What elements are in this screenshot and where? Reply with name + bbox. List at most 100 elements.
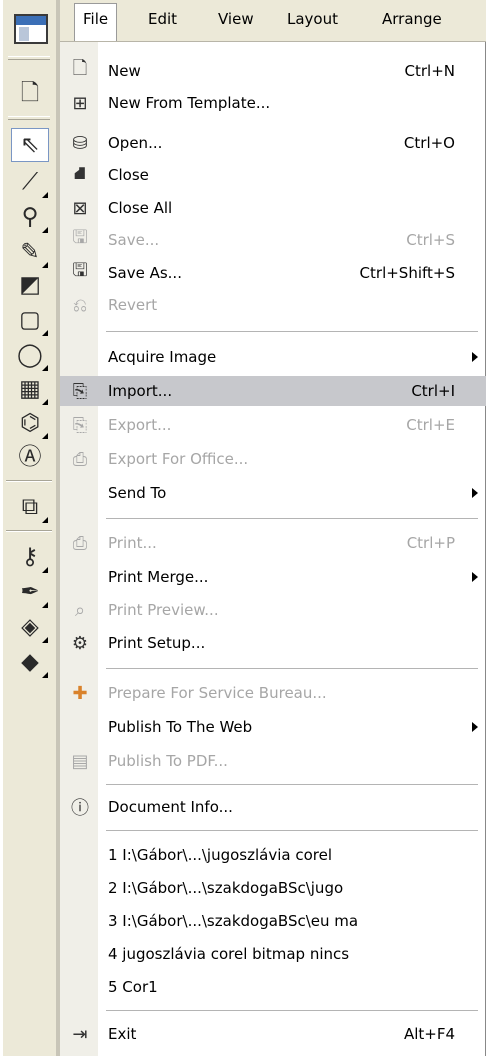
menu-item-export-for-office[interactable]: ⎙ Export For Office... (60, 444, 486, 474)
toolbox: 🗋 ⇖ ⟋ ⚲ ✎ ◩ ▢ ◯ ▦ ⌬ Ⓐ ⧉ ⚷ ✒ ◈ ◆ (0, 0, 60, 1056)
menu-item-label: Acquire Image (108, 348, 217, 366)
menu-bar: File Edit View Layout Arrange (60, 0, 486, 42)
menu-item-label: 3 I:\Gábor\...\szakdogaBSc\eu ma (108, 912, 359, 930)
new-doc-icon[interactable]: 🗋 (11, 76, 49, 110)
menu-item-shortcut: Ctrl+Shift+S (359, 264, 455, 282)
ellipse-tool-icon[interactable]: ◯ (11, 338, 49, 372)
menu-item-save[interactable]: 🖫 Save... Ctrl+S (60, 225, 486, 255)
menu-item-recent-4[interactable]: 4 jugoszlávia corel bitmap nincs (60, 939, 486, 969)
menu-item-recent-3[interactable]: 3 I:\Gábor\...\szakdogaBSc\eu ma (60, 906, 486, 936)
menu-item-close[interactable]: ⛘ Close (60, 160, 486, 190)
application-icon[interactable] (14, 14, 48, 44)
pick-tool-icon[interactable]: ⇖ (11, 128, 49, 162)
toolbox-edge (0, 0, 3, 1056)
menu-item-acquire-image[interactable]: Acquire Image (60, 342, 486, 372)
menu-item-recent-1[interactable]: 1 I:\Gábor\...\jugoszlávia corel (60, 840, 486, 870)
menu-separator (106, 830, 478, 831)
menu-view[interactable]: View (218, 10, 254, 28)
menu-separator (106, 668, 478, 669)
file-menu-dropdown: 🗋 New Ctrl+N ⊞ New From Template... ⛁ Op… (60, 42, 486, 1056)
menu-item-label: Open... (108, 134, 163, 152)
interactive-fill-icon[interactable]: ◆ (11, 645, 49, 679)
text-tool-icon[interactable]: Ⓐ (11, 440, 49, 474)
menu-item-revert[interactable]: ⎌ Revert (60, 290, 486, 320)
menu-item-label: Close (108, 166, 149, 184)
menu-item-document-info[interactable]: ⓘ Document Info... (60, 792, 486, 822)
menu-item-label: 2 I:\Gábor\...\szakdogaBSc\jugo (108, 879, 344, 897)
menu-item-shortcut: Ctrl+I (411, 382, 455, 400)
menu-edit[interactable]: Edit (148, 10, 177, 28)
menu-item-label: Print... (108, 534, 157, 552)
menu-separator (106, 518, 478, 519)
menu-item-recent-2[interactable]: 2 I:\Gábor\...\szakdogaBSc\jugo (60, 873, 486, 903)
menu-item-label: Save As... (108, 264, 182, 282)
graph-paper-icon[interactable]: ▦ (11, 372, 49, 406)
zoom-tool-icon[interactable]: ⚲ (11, 200, 49, 234)
menu-item-label: Export... (108, 416, 172, 434)
menu-item-label: Print Merge... (108, 568, 209, 586)
submenu-arrow-icon (472, 488, 478, 498)
menu-item-import[interactable]: ⎘ Import... Ctrl+I (60, 376, 486, 406)
menu-item-print-preview[interactable]: ⌕ Print Preview... (60, 595, 486, 625)
menu-item-print-setup[interactable]: ⚙ Print Setup... (60, 628, 486, 658)
interactive-blend-icon[interactable]: ⧉ (11, 490, 49, 524)
menu-item-prepare-service-bureau[interactable]: ✚ Prepare For Service Bureau... (60, 678, 486, 708)
menu-item-label: Import... (108, 382, 173, 400)
outline-pen-icon[interactable]: ✒ (11, 575, 49, 609)
menu-item-label: Print Preview... (108, 601, 219, 619)
menu-item-open[interactable]: ⛁ Open... Ctrl+O (60, 128, 486, 158)
import-icon: ⎘ (72, 380, 88, 402)
toolbar-grip[interactable] (8, 116, 50, 120)
print-preview-icon: ⌕ (74, 599, 86, 621)
rectangle-tool-icon[interactable]: ▢ (11, 303, 49, 337)
menu-item-label: 4 jugoszlávia corel bitmap nincs (108, 945, 350, 963)
menu-item-publish-pdf[interactable]: ▤ Publish To PDF... (60, 746, 486, 776)
save-icon: 🖫 (72, 227, 88, 248)
shape-tool-icon[interactable]: ⟋ (11, 165, 49, 199)
menu-item-label: New (108, 62, 141, 80)
menu-item-new-from-template[interactable]: ⊞ New From Template... (60, 88, 486, 118)
menu-file[interactable]: File (74, 3, 118, 41)
menu-item-label: Document Info... (108, 798, 233, 816)
menu-item-new[interactable]: 🗋 New Ctrl+N (60, 56, 486, 86)
export-office-icon: ⎙ (72, 448, 88, 470)
toolbar-separator (6, 480, 52, 482)
menu-item-shortcut: Ctrl+P (406, 534, 455, 552)
menu-layout[interactable]: Layout (287, 10, 338, 28)
freehand-tool-icon[interactable]: ✎ (11, 235, 49, 269)
basic-shapes-icon[interactable]: ⌬ (11, 406, 49, 440)
menu-item-label: New From Template... (108, 94, 271, 112)
menu-item-export[interactable]: ⎘ Export... Ctrl+E (60, 410, 486, 440)
submenu-arrow-icon (472, 352, 478, 362)
close-document-icon: ⛘ (73, 163, 87, 184)
printer-icon: ⎙ (72, 532, 88, 554)
menu-separator (106, 1010, 478, 1011)
toolbar-grip[interactable] (8, 56, 50, 60)
menu-item-label: Close All (108, 199, 173, 217)
print-setup-icon: ⚙ (71, 632, 89, 654)
export-icon: ⎘ (72, 414, 88, 436)
menu-item-label: Prepare For Service Bureau... (108, 684, 327, 702)
menu-item-label: 5 Cor1 (108, 978, 158, 996)
menu-item-label: Save... (108, 231, 160, 249)
toolbar-separator (6, 530, 52, 532)
menu-item-save-as[interactable]: 🖫 Save As... Ctrl+Shift+S (60, 258, 486, 288)
exit-icon: ⇥ (72, 1023, 88, 1045)
submenu-arrow-icon (472, 572, 478, 582)
fill-tool-icon[interactable]: ◈ (11, 610, 49, 644)
menu-item-recent-5[interactable]: 5 Cor1 (60, 972, 486, 1002)
menu-item-publish-web[interactable]: Publish To The Web (60, 712, 486, 742)
menu-item-exit[interactable]: ⇥ Exit Alt+F4 (60, 1019, 486, 1049)
open-folder-icon: ⛁ (72, 132, 88, 154)
menu-item-print-merge[interactable]: Print Merge... (60, 562, 486, 592)
eyedropper-icon[interactable]: ⚷ (11, 540, 49, 574)
menu-item-label: Publish To The Web (108, 718, 253, 736)
menu-item-print[interactable]: ⎙ Print... Ctrl+P (60, 528, 486, 558)
new-document-icon: 🗋 (72, 58, 88, 79)
revert-icon: ⎌ (72, 294, 88, 316)
smart-fill-icon[interactable]: ◩ (11, 268, 49, 302)
menu-item-send-to[interactable]: Send To (60, 478, 486, 508)
menu-arrange[interactable]: Arrange (382, 10, 442, 28)
save-as-icon: 🖫 (72, 260, 88, 281)
menu-item-close-all[interactable]: ⊠ Close All (60, 193, 486, 223)
